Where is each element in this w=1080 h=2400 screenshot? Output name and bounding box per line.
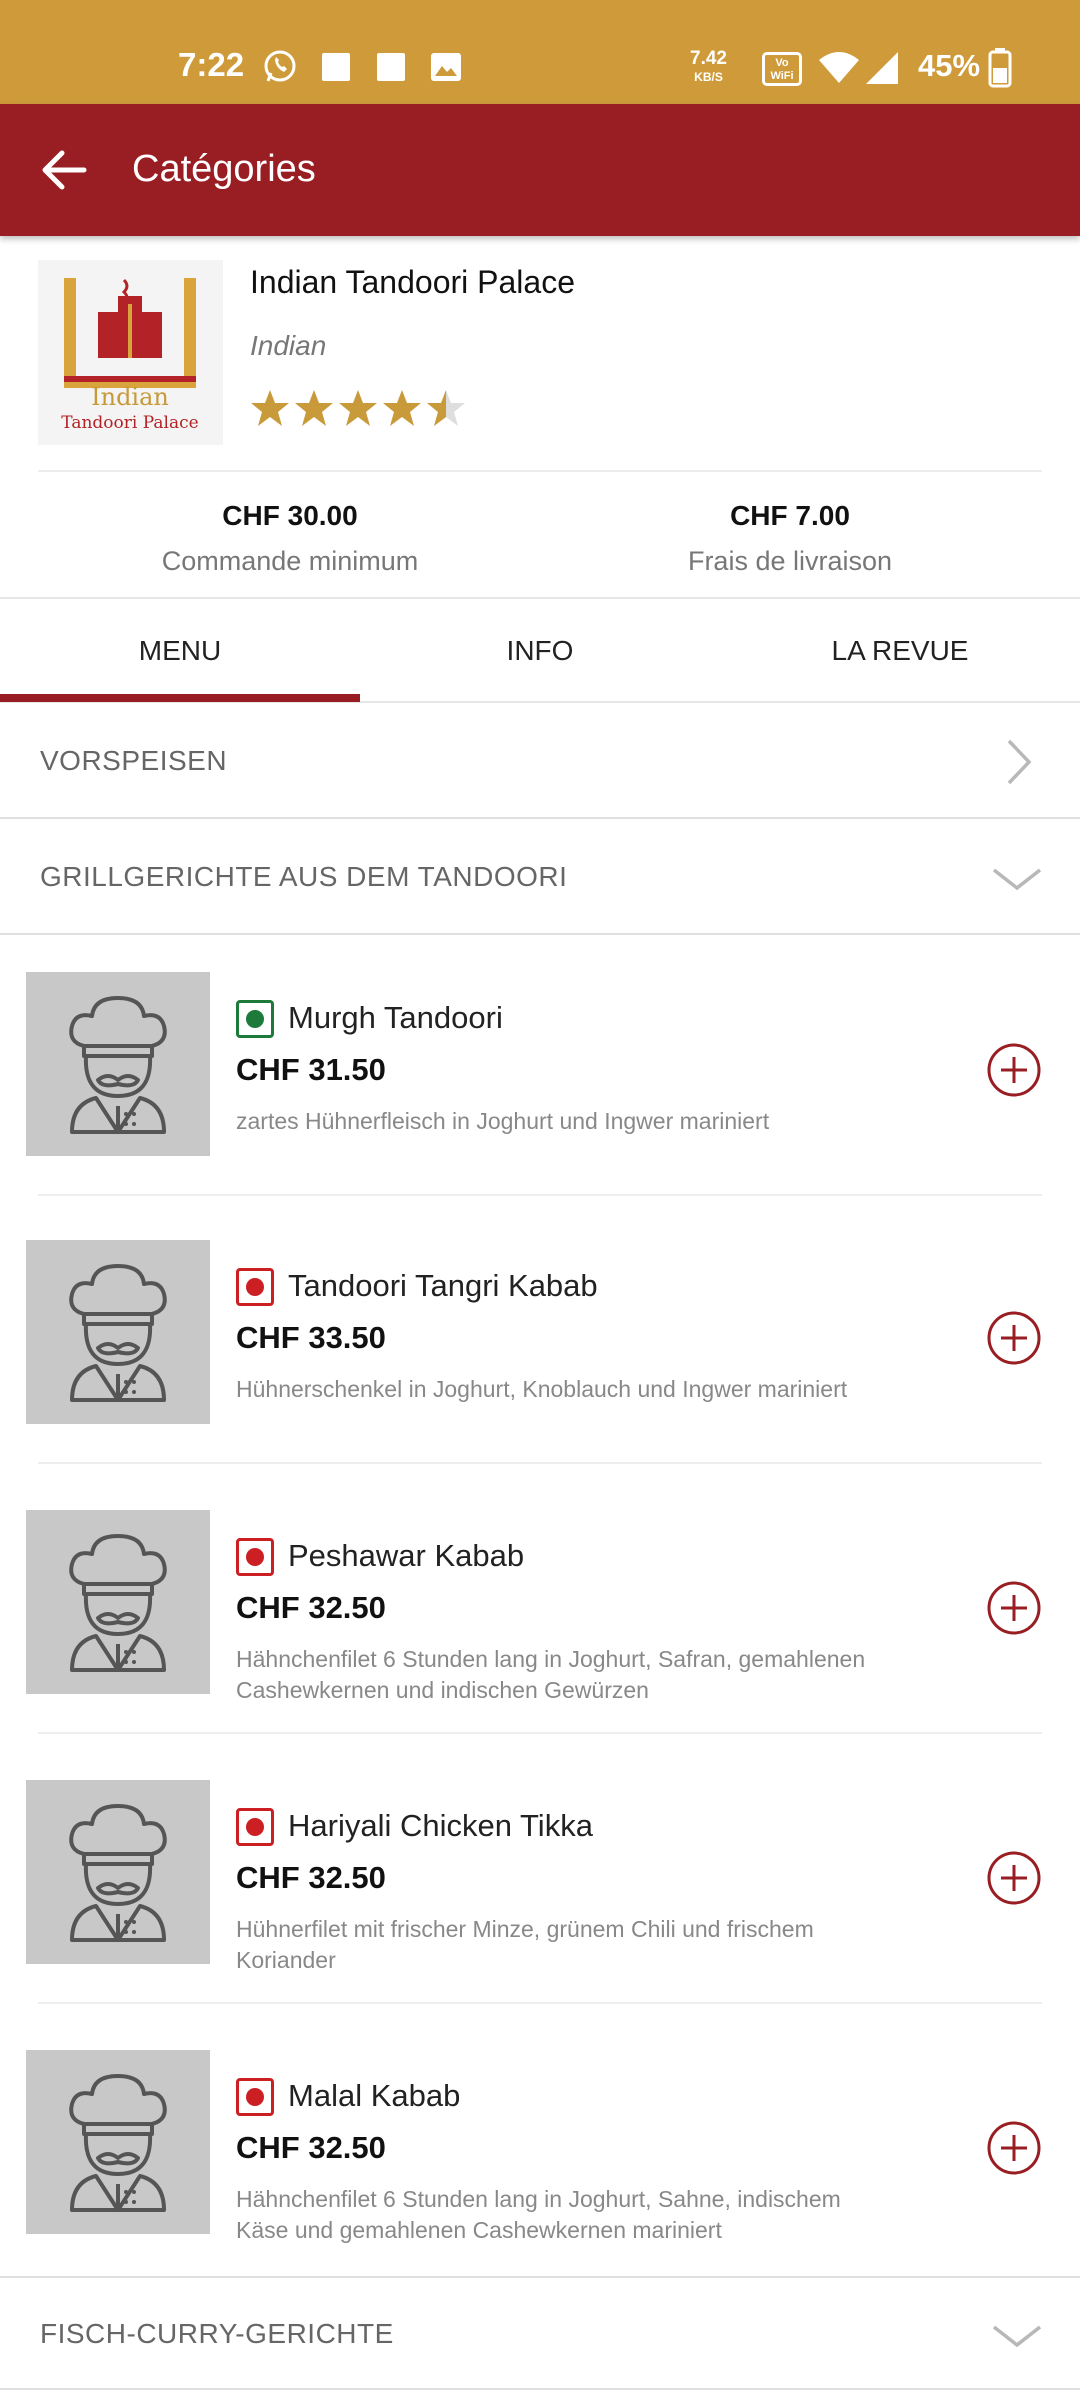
- wifi-icon: [818, 50, 860, 89]
- item-divider: [38, 1194, 1042, 1196]
- battery-percent: 45%: [918, 48, 981, 83]
- logo-text-line1: Indian: [91, 383, 169, 411]
- item-description: Hühnerschenkel in Joghurt, Knoblauch und…: [236, 1376, 848, 1402]
- diet-indicator-icon: [236, 1538, 274, 1576]
- tab-la-revue[interactable]: LA REVUE: [720, 599, 1080, 703]
- chevron-right-icon: [992, 737, 1042, 787]
- star-icon: [383, 390, 421, 426]
- item-divider: [38, 1732, 1042, 1734]
- app-bar: Catégories: [0, 104, 1080, 236]
- diet-indicator-icon: [236, 1808, 274, 1846]
- item-price: CHF 31.50: [236, 1052, 386, 1087]
- chef-placeholder-icon: [26, 1780, 210, 1964]
- star-icon: [339, 390, 377, 426]
- status-bar: 7:22 7.42 KB/S Vo WiFi 45%: [0, 0, 1080, 104]
- item-price: CHF 32.50: [236, 2130, 386, 2165]
- notification-square-icon: [322, 53, 350, 81]
- chef-placeholder-icon: [26, 972, 210, 1156]
- category-grillgerichte[interactable]: GRILLGERICHTE AUS DEM TANDOORI: [0, 821, 1080, 935]
- chevron-down-icon: [992, 2310, 1042, 2360]
- item-description: Hähnchenfilet 6 Stunden lang in Joghurt,…: [236, 1646, 866, 1703]
- category-vorspeisen[interactable]: VORSPEISEN: [0, 705, 1080, 819]
- category-label: VORSPEISEN: [40, 745, 228, 776]
- add-to-cart-button[interactable]: [986, 1310, 1042, 1366]
- image-icon: [430, 52, 462, 87]
- min-order-value: CHF 30.00: [222, 500, 358, 531]
- item-description: zartes Hühnerfleisch in Joghurt und Ingw…: [236, 1108, 770, 1134]
- page-title: Catégories: [132, 148, 316, 190]
- delivery-fee-label: Frais de livraison: [687, 546, 893, 576]
- item-name: Malal Kabab: [288, 2078, 461, 2113]
- min-order-label: Commande minimum: [161, 546, 419, 576]
- star-icon: [295, 390, 333, 426]
- delivery-fee-info: CHF 7.00 Frais de livraison: [540, 500, 1040, 577]
- star-half-icon: [427, 390, 465, 426]
- tab-bar: MENU INFO LA REVUE: [0, 597, 1080, 703]
- item-name: Peshawar Kabab: [288, 1538, 525, 1573]
- add-to-cart-button[interactable]: [986, 1580, 1042, 1636]
- item-name: Hariyali Chicken Tikka: [288, 1808, 593, 1843]
- tab-menu[interactable]: MENU: [0, 599, 360, 703]
- add-to-cart-button[interactable]: [986, 1042, 1042, 1098]
- category-fisch-curry[interactable]: FISCH-CURRY-GERICHTE: [0, 2276, 1080, 2390]
- notification-square-icon: [377, 53, 405, 81]
- item-price: CHF 33.50: [236, 1320, 386, 1355]
- diet-indicator-icon: [236, 2078, 274, 2116]
- item-description: Hühnerfilet mit frischer Minze, grünem C…: [236, 1916, 814, 1973]
- category-label: FISCH-CURRY-GERICHTE: [40, 2318, 394, 2349]
- chef-placeholder-icon: [26, 2050, 210, 2234]
- arrow-left-icon[interactable]: [38, 144, 90, 196]
- chevron-down-icon: [992, 853, 1042, 903]
- add-to-cart-button[interactable]: [986, 1850, 1042, 1906]
- active-tab-indicator: [0, 694, 360, 702]
- restaurant-logo: Indian Tandoori Palace: [38, 260, 223, 445]
- wifi-calling-icon: Vo WiFi: [762, 52, 802, 86]
- min-order-info: CHF 30.00 Commande minimum: [40, 500, 540, 577]
- chef-placeholder-icon: [26, 1240, 210, 1424]
- item-divider: [38, 1462, 1042, 1464]
- battery-icon: [988, 48, 1012, 93]
- tab-info[interactable]: INFO: [360, 599, 720, 703]
- item-divider: [38, 2002, 1042, 2004]
- status-time: 7:22: [178, 46, 245, 83]
- item-price: CHF 32.50: [236, 1860, 386, 1895]
- restaurant-name: Indian Tandoori Palace: [250, 264, 575, 300]
- star-icon: [251, 390, 289, 426]
- diet-indicator-icon: [236, 1000, 274, 1038]
- divider: [38, 470, 1042, 472]
- whatsapp-icon: [262, 49, 298, 90]
- diet-indicator-icon: [236, 1268, 274, 1306]
- category-label: GRILLGERICHTE AUS DEM TANDOORI: [40, 861, 568, 892]
- network-rate: 7.42 KB/S: [690, 48, 727, 84]
- item-name: Murgh Tandoori: [288, 1000, 503, 1035]
- rating-stars: [250, 388, 466, 428]
- logo-text-line2: Tandoori Palace: [61, 413, 198, 433]
- signal-icon: [864, 50, 900, 91]
- restaurant-cuisine: Indian: [250, 330, 327, 361]
- item-price: CHF 32.50: [236, 1590, 386, 1625]
- item-description: Hähnchenfilet 6 Stunden lang in Joghurt,…: [236, 2186, 841, 2243]
- item-name: Tandoori Tangri Kabab: [288, 1268, 598, 1303]
- chef-placeholder-icon: [26, 1510, 210, 1694]
- delivery-fee-value: CHF 7.00: [730, 500, 850, 531]
- add-to-cart-button[interactable]: [986, 2120, 1042, 2176]
